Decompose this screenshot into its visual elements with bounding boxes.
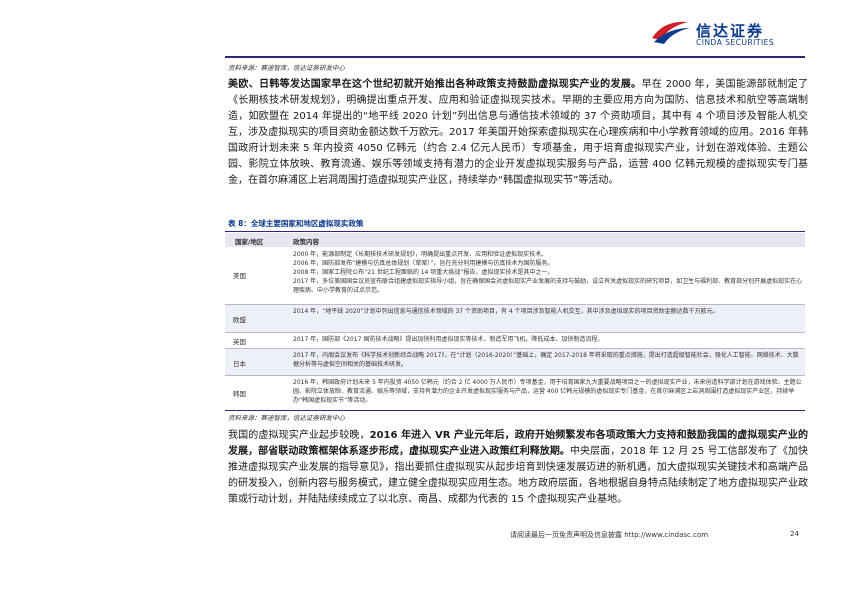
table-row-item: 2017 年，多位美国国会议员宣布联合组建虚拟现实指导小组，旨在确保国会对虚拟现…: [293, 278, 803, 294]
paragraph-intro: 我国的虚拟现实产业起步较晚，: [228, 430, 370, 441]
page-number: 24: [790, 530, 799, 538]
table-top-rule: [225, 231, 805, 232]
table-row: 英国 2017 年，国防部《2017 国防技术战略》提出加快利用虚拟现实等技术，…: [225, 333, 805, 348]
table-row: 日本 2017 年，内阁会议发布《科学技术创新综合战略 2017》，在“计划（2…: [225, 349, 805, 375]
table-row: 韩国 2016 年，韩国政府计划未来 5 年内投资 4050 亿韩元（约合 2 …: [225, 376, 805, 410]
logo-english-name: CINDA SECURITIES: [696, 38, 775, 47]
paragraph-china-policy: 我国的虚拟现实产业起步较晚，2016 年进入 VR 产业元年后，政府开始频繁发布…: [228, 428, 808, 508]
table-title: 表 8：全球主要国家和地区虚拟现实政策: [228, 219, 364, 228]
source-note-top: 资料来源：赛迪智库，信达证券研发中心: [228, 64, 345, 72]
table-row-country: 美国: [233, 272, 246, 280]
table-row-country: 英国: [233, 338, 246, 346]
source-note-table: 资料来源：赛迪智库，信达证券研发中心: [228, 414, 345, 422]
table-row-country: 日本: [233, 360, 246, 368]
table-row-country: 欧盟: [233, 316, 246, 324]
table-row-item: 2008 年，国家工程院公布“21 世纪工程面临的 14 项重大挑战”报告，虚拟…: [293, 269, 554, 276]
paragraph-body: 早在 2000 年，美国能源部就制定了《长期核技术研发规划》，明确提出重点开发、…: [228, 79, 809, 186]
table-row-item: 2000 年，能源部制定《长期核技术研发规划》，明确提出重点开发、应用和验证虚拟…: [293, 251, 548, 258]
header-divider: [225, 56, 805, 58]
table-row-country: 韩国: [233, 390, 246, 398]
table-header-row: 国家/地区 政策内容: [225, 233, 805, 247]
table-bottom-rule: [225, 410, 805, 411]
footer-disclaimer: 请阅读最后一页免责声明及信息披露 http://www.cindasc.com: [510, 531, 709, 539]
table-header-policy: 政策内容: [293, 238, 319, 246]
table-row-item: 2017 年，内阁会议发布《科学技术创新综合战略 2017》，在“计划（2016…: [293, 352, 799, 368]
table-row-item: 2017 年，国防部《2017 国防技术战略》提出加快利用虚拟现实等技术，制造军…: [293, 336, 604, 343]
table-row-item: 2014 年，“地平线 2020”计划中列出信息与通信技术领域的 37 个资助项…: [293, 308, 719, 315]
paragraph-lead-bold: 美欧、日韩等发达国家早在这个世纪初就开始推出各种政策支持鼓励虚拟现实产业的发展。: [228, 79, 642, 90]
paragraph-international-policy: 美欧、日韩等发达国家早在这个世纪初就开始推出各种政策支持鼓励虚拟现实产业的发展。…: [228, 77, 808, 189]
table-row: 美国 2000 年，能源部制定《长期核技术研发规划》，明确提出重点开发、应用和验…: [225, 248, 805, 304]
company-logo: 信达证券 CINDA SECURITIES: [650, 18, 820, 48]
table-row-item: 2016 年，韩国政府计划未来 5 年内投资 4050 亿韩元（约合 2 亿 4…: [293, 379, 802, 404]
logo-swoosh-icon: [652, 21, 690, 44]
table-row-item: 2006 年，国防部发布“建模与仿真总体规划（草案）”，旨在充分利用建模与仿真技…: [293, 260, 554, 267]
table-header-country: 国家/地区: [235, 238, 264, 246]
table-row: 欧盟 2014 年，“地平线 2020”计划中列出信息与通信技术领域的 37 个…: [225, 305, 805, 332]
